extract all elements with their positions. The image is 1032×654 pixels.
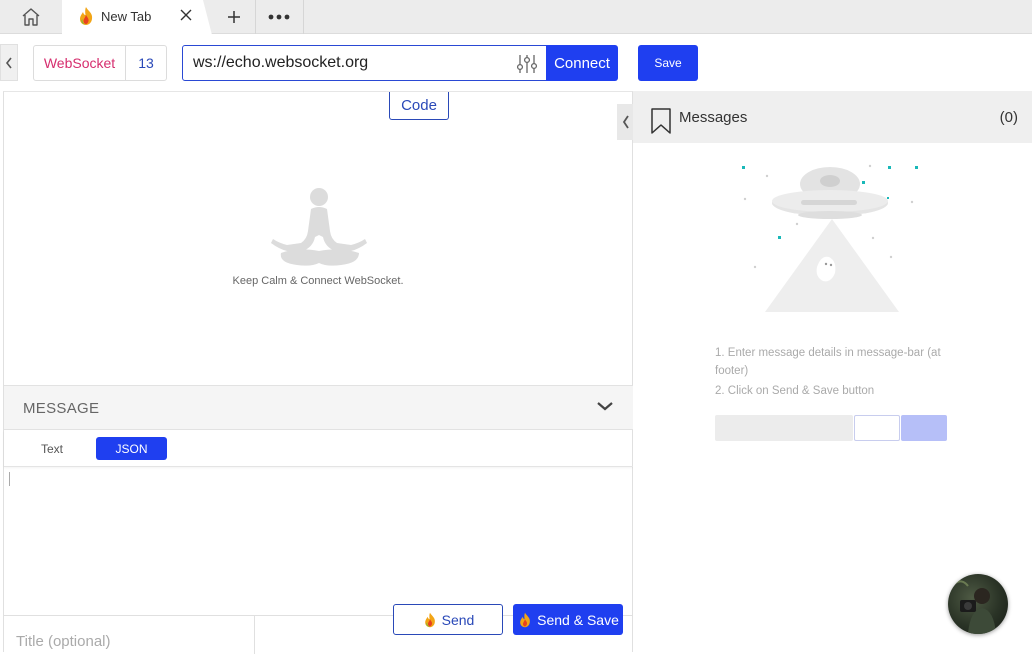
tab-bar: New Tab [0,0,1032,35]
code-button[interactable]: Code [389,92,449,120]
instruction-step: 2. Click on Send & Save button [715,385,875,397]
url-field[interactable] [182,45,548,81]
chevron-down-icon[interactable] [596,400,614,412]
home-tab[interactable] [0,0,62,34]
fire-icon [80,7,93,25]
instructions: 1. Enter message details in message-bar … [715,344,955,402]
sliders-icon[interactable] [516,53,538,75]
tab-json[interactable]: JSON [96,437,167,460]
message-type-tabs: Text JSON [4,430,633,467]
tab-text[interactable]: Text [26,437,78,460]
send-and-save-label: Send & Save [537,611,619,628]
messages-header: Messages (0) [633,91,1032,143]
message-bar-illustration [715,415,947,441]
user-avatar[interactable] [948,574,1008,634]
instruction-step: 1. Enter message details in message-bar … [715,347,941,377]
avatar-photo [953,580,996,634]
send-button[interactable]: Send [393,604,503,635]
illustration-send-save-button [901,415,947,441]
url-input[interactable] [193,46,513,79]
meditation-icon [271,188,367,266]
protocol-name[interactable]: WebSocket [34,46,126,80]
message-header-label: MESSAGE [23,400,100,417]
request-pane: Code Keep Calm & Connect WebSocket. MESS… [3,91,635,654]
tab-title: New Tab [101,9,152,24]
new-tab-button[interactable] [214,0,254,34]
text-cursor [9,472,10,486]
tab-divider [303,0,304,34]
messages-pane: Messages (0) 1. Enter message details in… [633,91,1032,652]
sidebar-toggle-button[interactable] [0,44,18,81]
messages-title: Messages [679,109,748,126]
home-icon [22,8,40,26]
ufo-illustration [742,164,918,312]
message-section-header[interactable]: MESSAGE [4,385,633,430]
fire-icon [424,612,435,627]
send-and-save-button[interactable]: Send & Save [513,604,623,635]
plus-icon [228,11,240,23]
more-icon [268,14,290,20]
message-footer: Send Send & Save [4,604,633,654]
empty-state-text: Keep Calm & Connect WebSocket. [232,275,404,287]
save-button[interactable]: Save [638,45,698,81]
illustration-title-field [715,415,853,441]
more-tabs-button[interactable] [256,0,302,34]
chevron-left-icon [5,57,12,68]
connect-button[interactable]: Connect [546,45,618,81]
bookmark-icon [651,108,671,134]
illustration-send-button [854,415,900,441]
chevron-left-icon [622,115,629,129]
message-editor[interactable] [4,468,633,614]
fire-icon [520,612,531,627]
title-input[interactable] [4,616,255,654]
protocol-version[interactable]: 13 [126,46,166,80]
tab-new-tab[interactable]: New Tab [62,0,212,35]
messages-count: (0) [999,109,1018,126]
close-icon[interactable] [178,7,194,23]
protocol-selector[interactable]: WebSocket 13 [33,45,167,81]
send-label: Send [441,611,475,628]
